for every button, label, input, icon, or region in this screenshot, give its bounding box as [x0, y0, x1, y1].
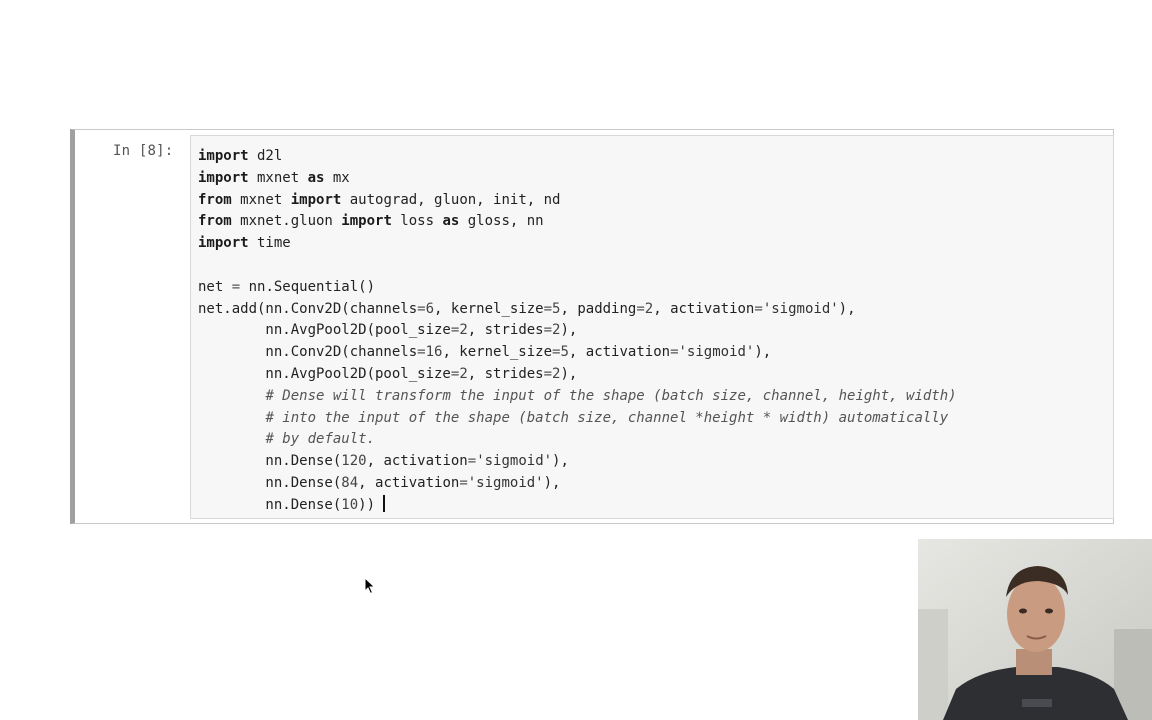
code-token: from: [198, 213, 232, 230]
code-token: ),: [838, 300, 856, 317]
code-token: as: [442, 213, 460, 230]
code-line[interactable]: import d2l: [198, 146, 957, 168]
code-token: # into the input of the shape (batch siz…: [265, 409, 949, 426]
code-token: 5: [560, 344, 569, 361]
text-cursor: [383, 494, 386, 512]
code-token: mxnet: [248, 169, 308, 186]
code-token: , activation: [653, 300, 755, 317]
code-token: gloss, nn: [459, 213, 544, 230]
code-token: autograd, gluon, init, nd: [341, 191, 561, 208]
code-token: 120: [341, 453, 367, 470]
webcam-overlay: [918, 539, 1152, 720]
cell-prompt: In [8]:: [113, 143, 174, 159]
code-token: ),: [552, 453, 569, 470]
code-token: loss: [391, 213, 443, 230]
code-token: 6: [425, 300, 435, 317]
code-line[interactable]: [198, 255, 957, 277]
code-token: # by default.: [265, 431, 376, 448]
code-token: 16: [425, 344, 443, 361]
code-token: , padding: [560, 300, 637, 317]
code-line[interactable]: from mxnet import autograd, gluon, init,…: [198, 190, 957, 212]
code-token: =: [636, 300, 645, 317]
code-line[interactable]: import mxnet as mx: [198, 168, 957, 190]
code-token: 10: [341, 496, 359, 513]
code-token: , strides: [467, 365, 544, 382]
code-token: =: [670, 344, 679, 361]
code-cell[interactable]: In [8]: import d2l import mxnet as mx from…: [70, 129, 1114, 524]
code-token: , activation: [358, 474, 460, 491]
code-token: , strides: [467, 322, 544, 339]
code-token: 'sigmoid': [678, 344, 755, 361]
code-line[interactable]: net.add(nn.Conv2D(channels=6, kernel_siz…: [198, 299, 957, 321]
code-token: =: [543, 322, 553, 339]
code-editor[interactable]: import d2l import mxnet as mx from mxnet i…: [190, 135, 1114, 519]
code-token: =: [543, 365, 553, 382]
code-token: )): [358, 496, 376, 513]
code-line[interactable]: nn.Conv2D(channels=16, kernel_size=5, ac…: [198, 342, 957, 364]
code-token: ),: [560, 322, 578, 339]
code-token: =: [231, 278, 241, 295]
code-token: time: [248, 235, 291, 252]
code-line[interactable]: nn.Dense(84, activation='sigmoid'),: [198, 473, 957, 495]
code-token: , kernel_size: [442, 344, 553, 361]
code-token: nn.AvgPool2D(pool_size: [198, 322, 451, 339]
code-line[interactable]: nn.AvgPool2D(pool_size=2, strides=2),: [198, 364, 957, 386]
code-token: # Dense will transform the input of the …: [265, 387, 957, 404]
code-line[interactable]: # Dense will transform the input of the …: [198, 386, 957, 408]
code-token: 'sigmoid': [467, 474, 544, 491]
code-line[interactable]: # into the input of the shape (batch siz…: [198, 408, 957, 430]
code-token: nn.Dense(: [198, 496, 342, 513]
code-token: net.add(nn.Conv2D(channels: [198, 300, 418, 317]
code-token: =: [754, 300, 763, 317]
code-token: =: [459, 474, 468, 491]
code-token: =: [543, 300, 553, 317]
code-token: ),: [754, 344, 772, 361]
code-token: import: [198, 235, 249, 252]
code-line[interactable]: # by default.: [198, 429, 957, 451]
code-token: 2: [459, 322, 468, 339]
code-token: =: [417, 300, 426, 317]
code-token: 2: [644, 300, 654, 317]
notebook-page: In [8]: import d2l import mxnet as mx from…: [0, 0, 1152, 720]
code-token: 84: [341, 474, 359, 491]
code-token: import: [341, 213, 392, 230]
code-token: as: [307, 169, 325, 186]
code-line[interactable]: import time: [198, 233, 957, 255]
code-token: from: [198, 191, 232, 208]
code-token: =: [417, 344, 426, 361]
code-line[interactable]: nn.Dense(120, activation='sigmoid'),: [198, 451, 957, 473]
code-token: 'sigmoid': [476, 453, 553, 470]
code-token: , kernel_size: [434, 300, 544, 317]
code-token: net: [198, 278, 232, 295]
code-token: import: [198, 169, 249, 186]
code-token: d2l: [248, 148, 283, 164]
code-token: , activation: [568, 344, 671, 361]
code-token: mxnet: [231, 191, 291, 208]
code-content[interactable]: import d2l import mxnet as mx from mxnet i…: [198, 146, 957, 517]
code-token: nn.AvgPool2D(pool_size: [198, 365, 451, 382]
mouse-pointer-icon: [364, 577, 376, 595]
code-token: import: [290, 191, 342, 208]
code-line[interactable]: nn.AvgPool2D(pool_size=2, strides=2),: [198, 320, 957, 342]
code-token: import: [198, 148, 249, 164]
code-token: nn.Dense(: [198, 453, 342, 470]
code-token: ),: [543, 474, 561, 491]
code-line[interactable]: from mxnet.gluon import loss as gloss, n…: [198, 211, 957, 233]
code-token: mx: [324, 169, 350, 186]
code-token: nn.Conv2D(channels: [198, 344, 418, 361]
code-token: 2: [459, 365, 468, 382]
code-line[interactable]: net = nn.Sequential(): [198, 277, 957, 299]
code-token: , activation: [366, 453, 468, 470]
code-token: ),: [560, 365, 578, 382]
presenter-video: [918, 539, 1152, 720]
code-token: nn.Sequential(): [240, 278, 376, 295]
code-token: =: [467, 453, 477, 470]
code-token: nn.Dense(: [198, 474, 342, 491]
code-token: 'sigmoid': [762, 300, 839, 317]
code-token: mxnet.gluon: [231, 213, 342, 230]
code-line[interactable]: nn.Dense(10)): [198, 494, 957, 517]
